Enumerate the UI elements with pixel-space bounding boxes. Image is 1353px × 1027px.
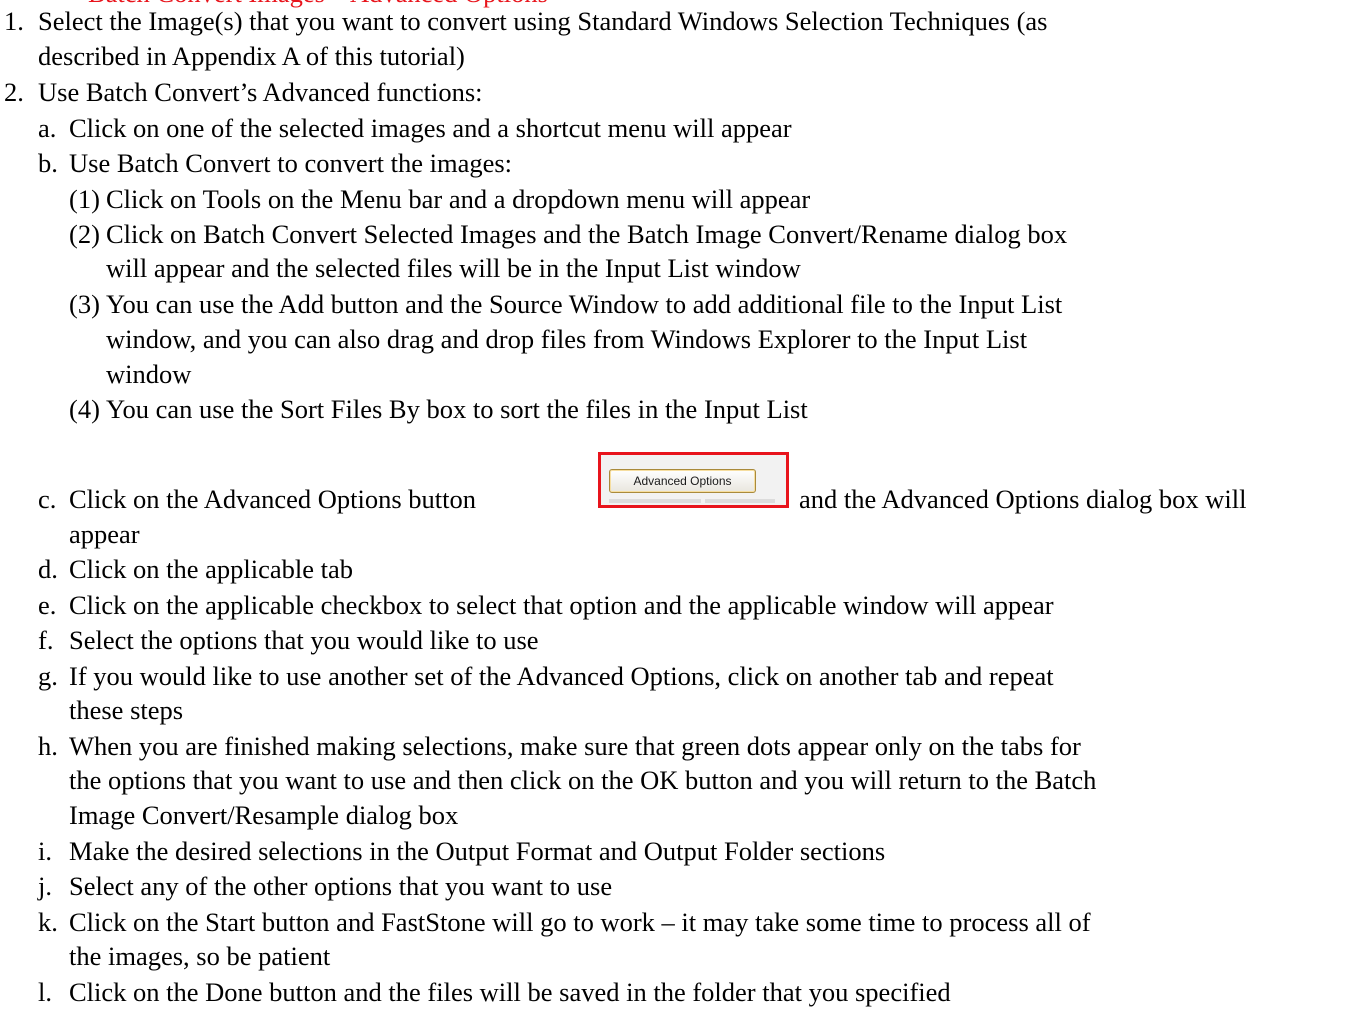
substep-text: When you are finished making selections,… bbox=[69, 731, 1081, 761]
substep-text: will appear and the selected files will … bbox=[106, 253, 801, 283]
substep-number: (3) bbox=[69, 289, 100, 319]
substep-letter: g. bbox=[38, 661, 58, 691]
substep-letter: j. bbox=[38, 871, 52, 901]
substep-text: Click on the applicable checkbox to sele… bbox=[69, 590, 1054, 620]
substep-text: Select any of the other options that you… bbox=[69, 871, 613, 901]
substep-text: Click on the Done button and the files w… bbox=[69, 977, 951, 1007]
substep-number: (4) bbox=[69, 394, 100, 424]
substep-text: Click on one of the selected images and … bbox=[69, 113, 792, 143]
substep-text: appear bbox=[69, 519, 140, 549]
step-text: described in Appendix A of this tutorial… bbox=[38, 41, 465, 71]
substep-letter: c. bbox=[38, 484, 57, 514]
step-text: Select the Image(s) that you want to con… bbox=[38, 6, 1048, 36]
tutorial-page: Batch Convert Images – Advanced Options … bbox=[0, 0, 1353, 1027]
substep-text: You can use the Add button and the Sourc… bbox=[106, 289, 1063, 319]
substep-text: Click on Tools on the Menu bar and a dro… bbox=[106, 184, 811, 214]
substep-text: Click on Batch Convert Selected Images a… bbox=[106, 219, 1068, 249]
substep-letter: i. bbox=[38, 836, 52, 866]
substep-text: You can use the Sort Files By box to sor… bbox=[106, 394, 808, 424]
advanced-options-button[interactable]: Advanced Options bbox=[609, 469, 756, 493]
substep-text: Select the options that you would like t… bbox=[69, 625, 539, 655]
substep-letter: f. bbox=[38, 625, 54, 655]
substep-text: window bbox=[106, 359, 192, 389]
substep-text: Use Batch Convert to convert the images: bbox=[69, 148, 513, 178]
substep-text: the options that you want to use and the… bbox=[69, 765, 1097, 795]
advanced-options-button-image: Advanced Options bbox=[598, 452, 789, 508]
substep-text: Make the desired selections in the Outpu… bbox=[69, 836, 886, 866]
substep-letter: a. bbox=[38, 113, 57, 143]
substep-letter: l. bbox=[38, 977, 52, 1007]
substep-text: Click on the applicable tab bbox=[69, 554, 354, 584]
substep-text: If you would like to use another set of … bbox=[69, 661, 1054, 691]
substep-text: and the Advanced Options dialog box will bbox=[799, 484, 1247, 514]
substep-letter: e. bbox=[38, 590, 57, 620]
highlight-box: Advanced Options bbox=[598, 452, 789, 508]
button-shadow bbox=[609, 499, 701, 503]
substep-text: Image Convert/Resample dialog box bbox=[69, 800, 459, 830]
substep-text: Click on the Start button and FastStone … bbox=[69, 907, 1091, 937]
step-number: 1. bbox=[4, 6, 24, 36]
substep-text: these steps bbox=[69, 695, 184, 725]
step-number: 2. bbox=[4, 77, 24, 107]
substep-text: Click on the Advanced Options button bbox=[69, 484, 477, 514]
step-text: Use Batch Convert’s Advanced functions: bbox=[38, 77, 483, 107]
substep-letter: b. bbox=[38, 148, 58, 178]
substep-letter: k. bbox=[38, 907, 58, 937]
substep-text: window, and you can also drag and drop f… bbox=[106, 324, 1028, 354]
substep-letter: h. bbox=[38, 731, 58, 761]
substep-number: (1) bbox=[69, 184, 100, 214]
button-shadow bbox=[705, 499, 775, 503]
substep-letter: d. bbox=[38, 554, 58, 584]
substep-text: the images, so be patient bbox=[69, 941, 331, 971]
substep-number: (2) bbox=[69, 219, 100, 249]
